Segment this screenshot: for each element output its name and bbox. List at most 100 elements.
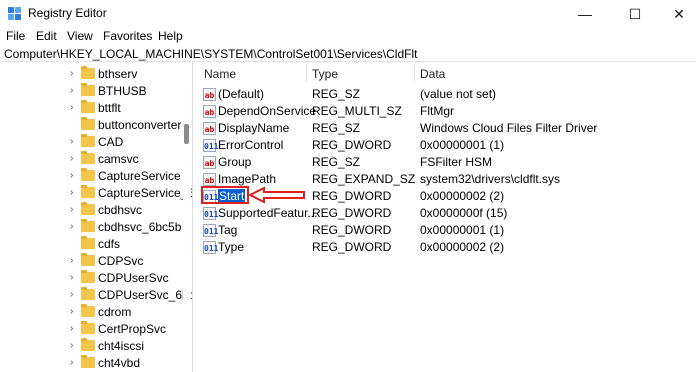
tree-item[interactable]: › cht4iscsi bbox=[0, 338, 180, 355]
tree-scrollbar-thumb[interactable] bbox=[184, 124, 189, 144]
value-type: REG_EXPAND_SZ bbox=[312, 172, 416, 186]
menu-help[interactable]: Help bbox=[158, 29, 183, 43]
tree-item[interactable]: › CDPUserSvc bbox=[0, 270, 180, 287]
value-row[interactable]: 011 Type REG_DWORD 0x00000002 (2) bbox=[198, 239, 700, 256]
value-name: SupportedFeatur... bbox=[218, 206, 318, 220]
tree-item[interactable]: › cdrom bbox=[0, 304, 180, 321]
menu-favorites[interactable]: Favorites bbox=[103, 29, 152, 43]
value-type: REG_SZ bbox=[312, 155, 361, 169]
chevron-right-icon[interactable]: › bbox=[70, 170, 78, 182]
chevron-right-icon[interactable]: › bbox=[70, 68, 78, 80]
value-row[interactable]: 011 SupportedFeatur... REG_DWORD 0x0000000f… bbox=[198, 205, 700, 222]
binary-value-icon: 011 bbox=[203, 241, 218, 254]
tree-item-label: CaptureService bbox=[98, 169, 181, 183]
folder-icon bbox=[81, 151, 95, 164]
tree-item-label: bttflt bbox=[98, 101, 121, 115]
folder-icon bbox=[81, 100, 95, 113]
tree-scrollbar[interactable] bbox=[183, 62, 191, 372]
chevron-right-icon[interactable]: › bbox=[70, 85, 78, 97]
value-name: DisplayName bbox=[218, 121, 290, 135]
chevron-right-icon[interactable]: › bbox=[70, 187, 78, 199]
tree-item[interactable]: › bthserv bbox=[0, 66, 180, 83]
tree-item[interactable]: › bttflt bbox=[0, 100, 180, 117]
folder-icon bbox=[81, 219, 95, 232]
value-type: REG_MULTI_SZ bbox=[312, 104, 402, 118]
menu-file[interactable]: File bbox=[6, 29, 25, 43]
folder-icon bbox=[81, 236, 95, 249]
value-data: 0x00000002 (2) bbox=[420, 189, 505, 203]
address-bar[interactable]: Computer\HKEY_LOCAL_MACHINE\SYSTEM\Contr… bbox=[2, 46, 696, 62]
value-name: Type bbox=[218, 240, 245, 254]
chevron-right-icon[interactable]: › bbox=[70, 340, 78, 352]
chevron-right-icon[interactable]: › bbox=[70, 357, 78, 369]
tree-item[interactable]: › CertPropSvc bbox=[0, 321, 180, 338]
column-divider[interactable] bbox=[306, 64, 307, 82]
tree-item-label: CAD bbox=[98, 135, 124, 149]
tree-item[interactable]: buttonconverter bbox=[0, 117, 181, 134]
tree-item-label: BTHUSB bbox=[98, 84, 147, 98]
tree-item-label: cbdhsvc bbox=[98, 203, 143, 217]
tree-item-label: cdfs bbox=[98, 237, 121, 251]
binary-value-icon: 011 bbox=[203, 224, 218, 237]
tree-pane: › bthserv › BTHUSB › bttflt buttonconverter › CA… bbox=[0, 62, 193, 372]
column-name[interactable]: Name bbox=[204, 67, 236, 81]
string-value-icon: ab bbox=[203, 88, 216, 101]
value-row[interactable]: 011 Tag REG_DWORD 0x00000001 (1) bbox=[198, 222, 700, 239]
tree-item[interactable]: › CDPUserSvc_6bc bbox=[0, 287, 192, 304]
column-data[interactable]: Data bbox=[420, 67, 445, 81]
tree-item[interactable]: › cht4vbd bbox=[0, 355, 180, 372]
tree-item[interactable]: › CDPSvc bbox=[0, 253, 180, 270]
binary-value-icon: 011 bbox=[203, 207, 218, 220]
value-row[interactable]: 011 ErrorControl REG_DWORD 0x00000001 (1) bbox=[198, 137, 700, 154]
menu-view[interactable]: View bbox=[67, 29, 93, 43]
folder-icon bbox=[81, 287, 95, 300]
chevron-right-icon[interactable]: › bbox=[70, 221, 78, 233]
tree-item[interactable]: cdfs bbox=[0, 236, 180, 253]
folder-icon bbox=[81, 134, 95, 147]
close-button[interactable]: ✕ bbox=[656, 0, 700, 28]
tree-item[interactable]: › CaptureService_6 bbox=[0, 185, 192, 202]
chevron-right-icon[interactable]: › bbox=[70, 136, 78, 148]
value-data: 0x00000001 (1) bbox=[420, 138, 505, 152]
chevron-right-icon[interactable]: › bbox=[70, 255, 78, 267]
chevron-right-icon[interactable]: › bbox=[70, 306, 78, 318]
value-row[interactable]: ab Group REG_SZ FSFilter HSM bbox=[198, 154, 700, 171]
value-type: REG_DWORD bbox=[312, 240, 392, 254]
tree-item[interactable]: › CAD bbox=[0, 134, 180, 151]
folder-icon bbox=[81, 321, 95, 334]
tree-item[interactable]: › cbdhsvc bbox=[0, 202, 180, 219]
chevron-right-icon[interactable]: › bbox=[70, 289, 78, 301]
value-name: ErrorControl bbox=[218, 138, 284, 152]
maximize-button[interactable]: ☐ bbox=[612, 0, 658, 28]
value-name: (Default) bbox=[218, 87, 265, 101]
chevron-right-icon[interactable]: › bbox=[70, 323, 78, 335]
value-row[interactable]: ab DependOnService REG_MULTI_SZ FltMgr bbox=[198, 103, 700, 120]
tree-item[interactable]: › camsvc bbox=[0, 151, 180, 168]
value-data: system32\drivers\cldflt.sys bbox=[420, 172, 561, 186]
annotation-box bbox=[201, 186, 249, 204]
tree-item[interactable]: › CaptureService bbox=[0, 168, 181, 185]
window-title: Registry Editor bbox=[28, 6, 107, 20]
menu-edit[interactable]: Edit bbox=[36, 29, 57, 43]
tree-item[interactable]: › cbdhsvc_6bc5b bbox=[0, 219, 181, 236]
minimize-button[interactable]: — bbox=[562, 0, 608, 28]
column-header: Name Type Data bbox=[198, 62, 700, 84]
menu-bar: File Edit View Favorites Help bbox=[0, 28, 700, 46]
tree-item-label: cdrom bbox=[98, 305, 132, 319]
tree-item-label: CDPUserSvc bbox=[98, 271, 169, 285]
column-type[interactable]: Type bbox=[312, 67, 338, 81]
string-value-icon: ab bbox=[203, 122, 216, 135]
tree-item[interactable]: › BTHUSB bbox=[0, 83, 180, 100]
tree-item-label: CaptureService_6 bbox=[98, 186, 193, 200]
chevron-right-icon[interactable]: › bbox=[70, 153, 78, 165]
chevron-right-icon[interactable]: › bbox=[70, 272, 78, 284]
value-type: REG_DWORD bbox=[312, 138, 392, 152]
value-row[interactable]: ab (Default) REG_SZ (value not set) bbox=[198, 86, 700, 103]
tree-item-label: CertPropSvc bbox=[98, 322, 167, 336]
column-divider[interactable] bbox=[414, 64, 415, 82]
chevron-right-icon[interactable]: › bbox=[70, 102, 78, 114]
folder-icon bbox=[81, 202, 95, 215]
value-data: 0x00000002 (2) bbox=[420, 240, 505, 254]
value-row[interactable]: ab DisplayName REG_SZ Windows Cloud Files F… bbox=[198, 120, 700, 137]
chevron-right-icon[interactable]: › bbox=[70, 204, 78, 216]
